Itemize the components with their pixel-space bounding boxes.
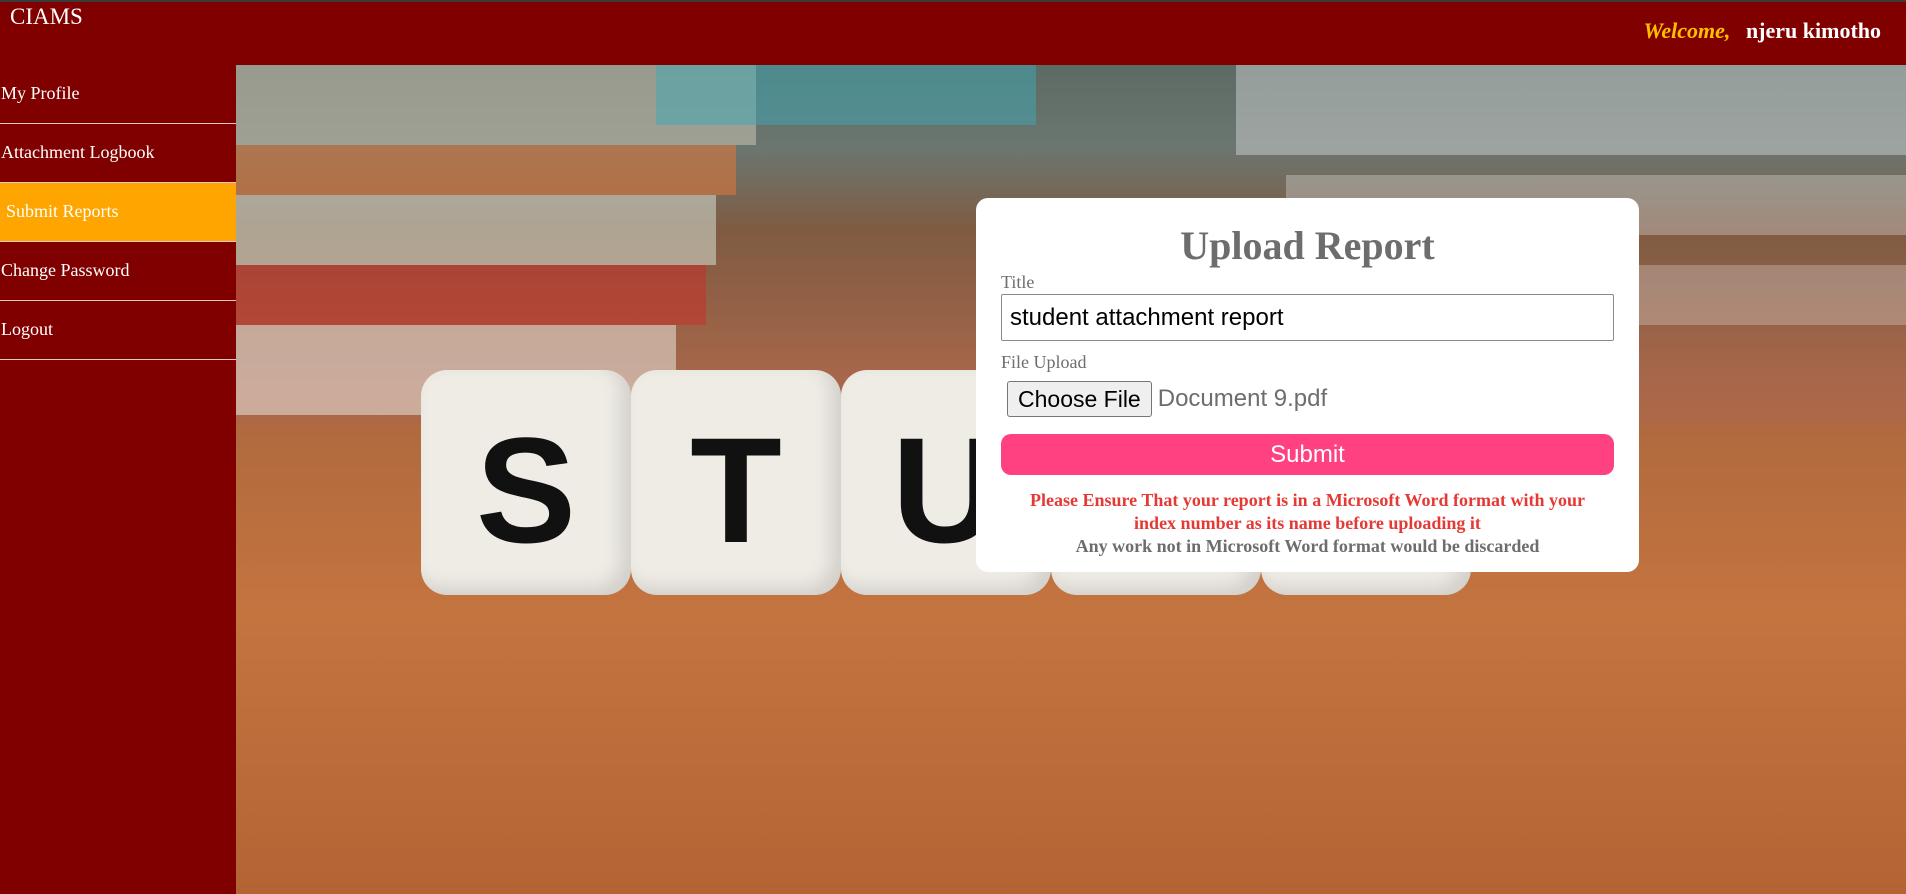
background-book (236, 195, 716, 265)
file-upload-field: Choose File Document 9.pdf (1001, 380, 1614, 418)
sidebar-item-my-profile[interactable]: My Profile (0, 65, 236, 124)
main-content: S T U D Y Upload Report Title File Uploa… (236, 65, 1906, 894)
format-warning: Any work not in Microsoft Word format wo… (1075, 536, 1540, 556)
background-book (236, 265, 706, 325)
background-book (1236, 65, 1906, 155)
sidebar-item-change-password[interactable]: Change Password (0, 242, 236, 301)
die-letter: T (631, 370, 841, 595)
format-notice: Please Ensure That your report is in a M… (1030, 490, 1585, 533)
welcome-label: Welcome, (1643, 18, 1731, 43)
brand-logo[interactable]: CIAMS (10, 4, 83, 30)
background-book (236, 145, 736, 195)
background-object (656, 65, 1036, 125)
file-upload-label: File Upload (1001, 352, 1087, 372)
selected-file-name: Document 9.pdf (1157, 385, 1328, 412)
sidebar-item-attachment-logbook[interactable]: Attachment Logbook (0, 124, 236, 183)
welcome-message: Welcome, njeru kimotho (1643, 18, 1881, 44)
top-bar: CIAMS Welcome, njeru kimotho (0, 0, 1906, 65)
title-label: Title (1001, 272, 1035, 292)
sidebar: My Profile Attachment Logbook Submit Rep… (0, 65, 236, 894)
sidebar-item-logout[interactable]: Logout (0, 301, 236, 360)
die-letter: S (421, 370, 631, 595)
upload-report-form: Upload Report Title File Upload Choose F… (976, 198, 1639, 572)
choose-file-button[interactable]: Choose File (1007, 381, 1152, 417)
sidebar-item-submit-reports[interactable]: Submit Reports (0, 183, 236, 242)
user-name: njeru kimotho (1745, 18, 1881, 43)
form-heading: Upload Report (1180, 223, 1435, 268)
title-input[interactable] (1001, 294, 1614, 341)
submit-button[interactable]: Submit (1001, 434, 1614, 475)
